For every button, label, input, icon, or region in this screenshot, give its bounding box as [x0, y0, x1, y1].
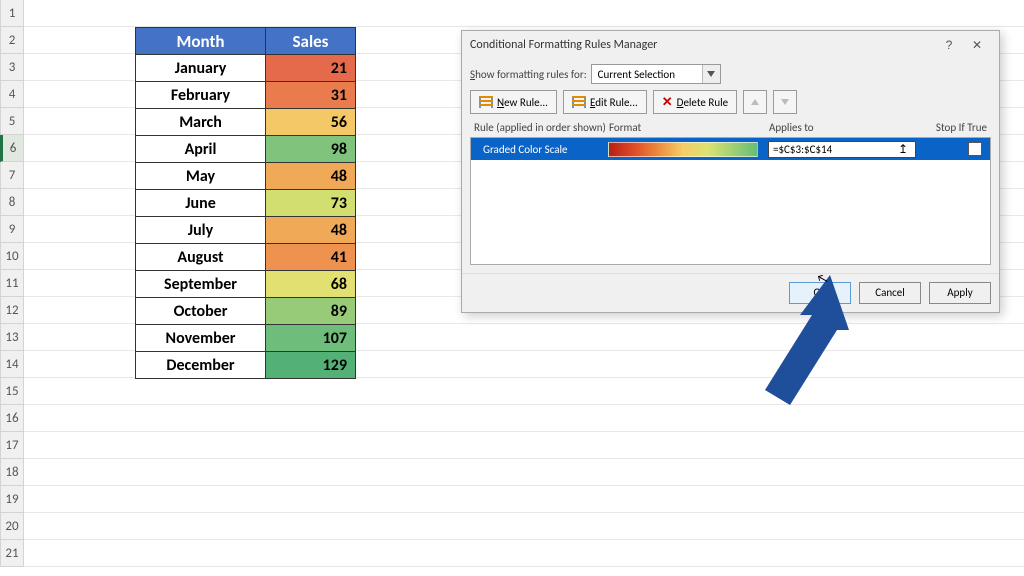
row-header[interactable]: 16	[0, 405, 24, 432]
month-cell[interactable]: May	[136, 163, 266, 190]
row-header[interactable]: 20	[0, 513, 24, 540]
sales-table: Month Sales January21February31March56Ap…	[135, 27, 356, 379]
header-sales: Sales	[266, 28, 356, 55]
row-header[interactable]: 4	[0, 81, 24, 108]
show-rules-label: Show formatting rules for:	[470, 68, 587, 81]
apply-button[interactable]: Apply	[929, 282, 991, 304]
sales-cell[interactable]: 98	[266, 136, 356, 163]
row-header[interactable]: 21	[0, 540, 24, 567]
delete-rule-button[interactable]: ✕ Delete Rule	[653, 90, 737, 114]
move-down-button[interactable]	[773, 90, 797, 114]
range-select-icon[interactable]: ↥	[895, 142, 911, 157]
row-header[interactable]: 1	[0, 0, 24, 27]
row-header[interactable]: 14	[0, 351, 24, 378]
row-header[interactable]: 19	[0, 486, 24, 513]
sales-cell[interactable]: 56	[266, 109, 356, 136]
month-cell[interactable]: February	[136, 82, 266, 109]
month-cell[interactable]: April	[136, 136, 266, 163]
month-cell[interactable]: July	[136, 217, 266, 244]
month-cell[interactable]: August	[136, 244, 266, 271]
rules-list-header: Rule (applied in order shown) Format App…	[470, 118, 991, 137]
stop-if-true-checkbox[interactable]	[968, 142, 982, 156]
new-rule-icon	[479, 96, 493, 108]
month-cell[interactable]: November	[136, 325, 266, 352]
sales-cell[interactable]: 21	[266, 55, 356, 82]
move-up-button[interactable]	[743, 90, 767, 114]
month-cell[interactable]: October	[136, 298, 266, 325]
cancel-button[interactable]: Cancel	[859, 282, 921, 304]
table-row: January21	[136, 55, 356, 82]
rules-list: Graded Color Scale =$C$3:$C$14 ↥	[470, 137, 991, 265]
sales-cell[interactable]: 48	[266, 217, 356, 244]
sales-cell[interactable]: 89	[266, 298, 356, 325]
row-header[interactable]: 18	[0, 459, 24, 486]
row-header[interactable]: 10	[0, 243, 24, 270]
sales-cell[interactable]: 31	[266, 82, 356, 109]
row-header[interactable]: 3	[0, 54, 24, 81]
help-button[interactable]: ?	[935, 38, 963, 52]
sales-cell[interactable]: 68	[266, 271, 356, 298]
table-row: August41	[136, 244, 356, 271]
table-row: June73	[136, 190, 356, 217]
format-preview-gradient	[608, 142, 758, 157]
month-cell[interactable]: January	[136, 55, 266, 82]
table-row: November107	[136, 325, 356, 352]
month-cell[interactable]: December	[136, 352, 266, 379]
applies-to-input[interactable]: =$C$3:$C$14 ↥	[768, 141, 916, 158]
table-row: February31	[136, 82, 356, 109]
row-header[interactable]: 13	[0, 324, 24, 351]
row-header[interactable]: 11	[0, 270, 24, 297]
rule-row[interactable]: Graded Color Scale =$C$3:$C$14 ↥	[471, 138, 990, 160]
conditional-formatting-manager-dialog: Conditional Formatting Rules Manager ? ✕…	[461, 30, 1000, 313]
edit-rule-icon	[572, 96, 586, 108]
row-header[interactable]: 12	[0, 297, 24, 324]
new-rule-button[interactable]: New Rule...	[470, 90, 557, 114]
edit-rule-button[interactable]: Edit Rule...	[563, 90, 647, 114]
row-header[interactable]: 2	[0, 27, 24, 54]
close-button[interactable]: ✕	[963, 38, 991, 52]
row-header[interactable]: 7	[0, 162, 24, 189]
row-header[interactable]: 15	[0, 378, 24, 405]
row-header[interactable]: 6	[0, 135, 24, 162]
dialog-titlebar[interactable]: Conditional Formatting Rules Manager ? ✕	[462, 31, 999, 58]
month-cell[interactable]: September	[136, 271, 266, 298]
rule-name: Graded Color Scale	[483, 143, 608, 156]
table-row: October89	[136, 298, 356, 325]
row-header[interactable]: 17	[0, 432, 24, 459]
month-cell[interactable]: June	[136, 190, 266, 217]
row-header[interactable]: 8	[0, 189, 24, 216]
show-rules-dropdown[interactable]: Current Selection	[591, 64, 721, 84]
table-row: July48	[136, 217, 356, 244]
table-row: May48	[136, 163, 356, 190]
sales-cell[interactable]: 48	[266, 163, 356, 190]
table-row: December129	[136, 352, 356, 379]
table-row: March56	[136, 109, 356, 136]
table-row: September68	[136, 271, 356, 298]
row-header[interactable]: 5	[0, 108, 24, 135]
sales-cell[interactable]: 41	[266, 244, 356, 271]
row-headers: 123456789101112131415161718192021	[0, 0, 24, 567]
chevron-down-icon	[702, 65, 720, 83]
sales-cell[interactable]: 129	[266, 352, 356, 379]
dialog-title: Conditional Formatting Rules Manager	[470, 38, 935, 52]
row-header[interactable]: 9	[0, 216, 24, 243]
ok-button[interactable]: OK	[789, 282, 851, 304]
delete-icon: ✕	[662, 95, 673, 110]
header-month: Month	[136, 28, 266, 55]
month-cell[interactable]: March	[136, 109, 266, 136]
sales-cell[interactable]: 73	[266, 190, 356, 217]
sales-cell[interactable]: 107	[266, 325, 356, 352]
table-row: April98	[136, 136, 356, 163]
